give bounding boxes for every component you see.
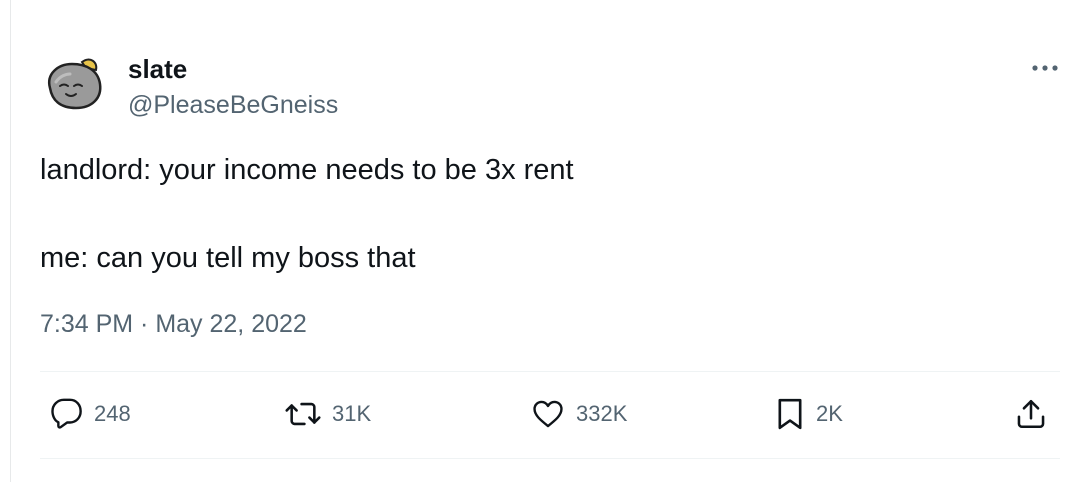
divider xyxy=(40,458,1060,459)
avatar[interactable] xyxy=(42,52,106,116)
speech-bubble-icon xyxy=(51,398,82,429)
like-count: 332K xyxy=(576,401,628,426)
more-dots-icon xyxy=(1032,65,1058,71)
retweet-button[interactable]: 31K xyxy=(284,392,371,436)
timeline-border xyxy=(10,0,11,482)
bookmark-icon xyxy=(778,398,802,430)
share-upload-icon xyxy=(1017,399,1045,429)
tweet-text: landlord: your income needs to be 3x ren… xyxy=(40,148,1040,280)
more-options-button[interactable] xyxy=(1030,56,1060,80)
retweet-arrows-icon xyxy=(285,402,321,426)
share-button[interactable] xyxy=(1014,392,1048,436)
bookmark-count: 2K xyxy=(816,401,843,426)
action-bar: 248 31K 332K 2K xyxy=(40,392,1060,436)
like-button[interactable]: 332K xyxy=(530,392,627,436)
divider xyxy=(40,371,1060,372)
reply-button[interactable]: 248 xyxy=(50,392,131,436)
avatar-rock-icon xyxy=(47,58,102,110)
bookmark-button[interactable]: 2K xyxy=(774,392,843,436)
reply-count: 248 xyxy=(94,401,131,426)
display-name[interactable]: slate xyxy=(128,54,187,84)
tweet-line: landlord: your income needs to be 3x ren… xyxy=(40,154,574,186)
retweet-count: 31K xyxy=(332,401,372,426)
heart-icon xyxy=(533,400,563,428)
user-handle[interactable]: @PleaseBeGneiss xyxy=(128,90,338,120)
tweet-line: me: can you tell my boss that xyxy=(40,242,416,274)
tweet-timestamp[interactable]: 7:34 PM · May 22, 2022 xyxy=(40,308,307,340)
tweet: slate @PleaseBeGneiss landlord: your inc… xyxy=(40,0,1060,482)
